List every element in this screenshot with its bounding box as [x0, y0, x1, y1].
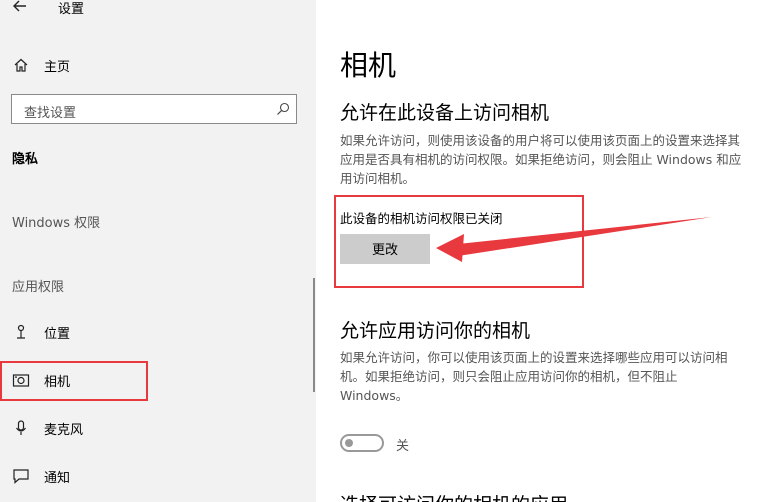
annotation-box-change	[334, 195, 584, 288]
toggle-state-label: 关	[396, 439, 410, 454]
sidebar: 设置 主页 查找设置 隐私 Windows 权限 应用权限 位置 相机 麦克风 …	[0, 0, 316, 502]
app-access-description: 如果允许访问，你可以使用该页面上的设置来选择哪些应用可以访问相 机。如果拒绝访问…	[340, 350, 728, 403]
choose-apps-heading: 选择可访问你的相机的应用	[340, 490, 568, 502]
device-access-description: 如果允许访问，则使用该设备的用户将可以使用该页面上的设置来选择其 应用是否具有相…	[340, 133, 742, 186]
location-icon	[17, 324, 25, 339]
search-placeholder: 查找设置	[24, 106, 77, 121]
annotation-highlight-camera	[0, 361, 148, 401]
sidebar-item-notifications[interactable]: 通知	[12, 464, 70, 488]
page-title: 相机	[340, 49, 397, 82]
windows-permissions-label: Windows 权限	[12, 216, 101, 231]
sidebar-item-label: 主页	[44, 59, 71, 75]
toggle-knob	[345, 439, 353, 447]
sidebar-item-label: 位置	[44, 326, 71, 342]
app-title: 设置	[58, 2, 85, 17]
device-access-heading: 允许在此设备上访问相机	[340, 102, 550, 124]
search-input[interactable]: 查找设置	[11, 94, 297, 124]
sidebar-item-microphone[interactable]: 麦克风	[12, 416, 83, 440]
back-arrow-icon[interactable]	[10, 0, 30, 16]
sidebar-item-home[interactable]: 主页	[12, 54, 70, 76]
microphone-icon	[16, 420, 26, 435]
notification-icon	[13, 469, 29, 484]
sidebar-item-label: 麦克风	[44, 422, 84, 438]
section-title-privacy: 隐私	[12, 152, 39, 167]
sidebar-scrollbar[interactable]	[313, 278, 315, 392]
main-content: 相机 允许在此设备上访问相机 如果允许访问，则使用该设备的用户将可以使用该页面上…	[316, 0, 779, 502]
home-icon	[14, 58, 28, 72]
app-access-heading: 允许应用访问你的相机	[340, 320, 531, 342]
search-icon[interactable]	[276, 102, 290, 116]
app-permissions-label: 应用权限	[12, 280, 65, 295]
sidebar-item-location[interactable]: 位置	[12, 320, 70, 344]
app-access-toggle[interactable]	[340, 434, 384, 452]
sidebar-item-label: 通知	[44, 470, 71, 486]
